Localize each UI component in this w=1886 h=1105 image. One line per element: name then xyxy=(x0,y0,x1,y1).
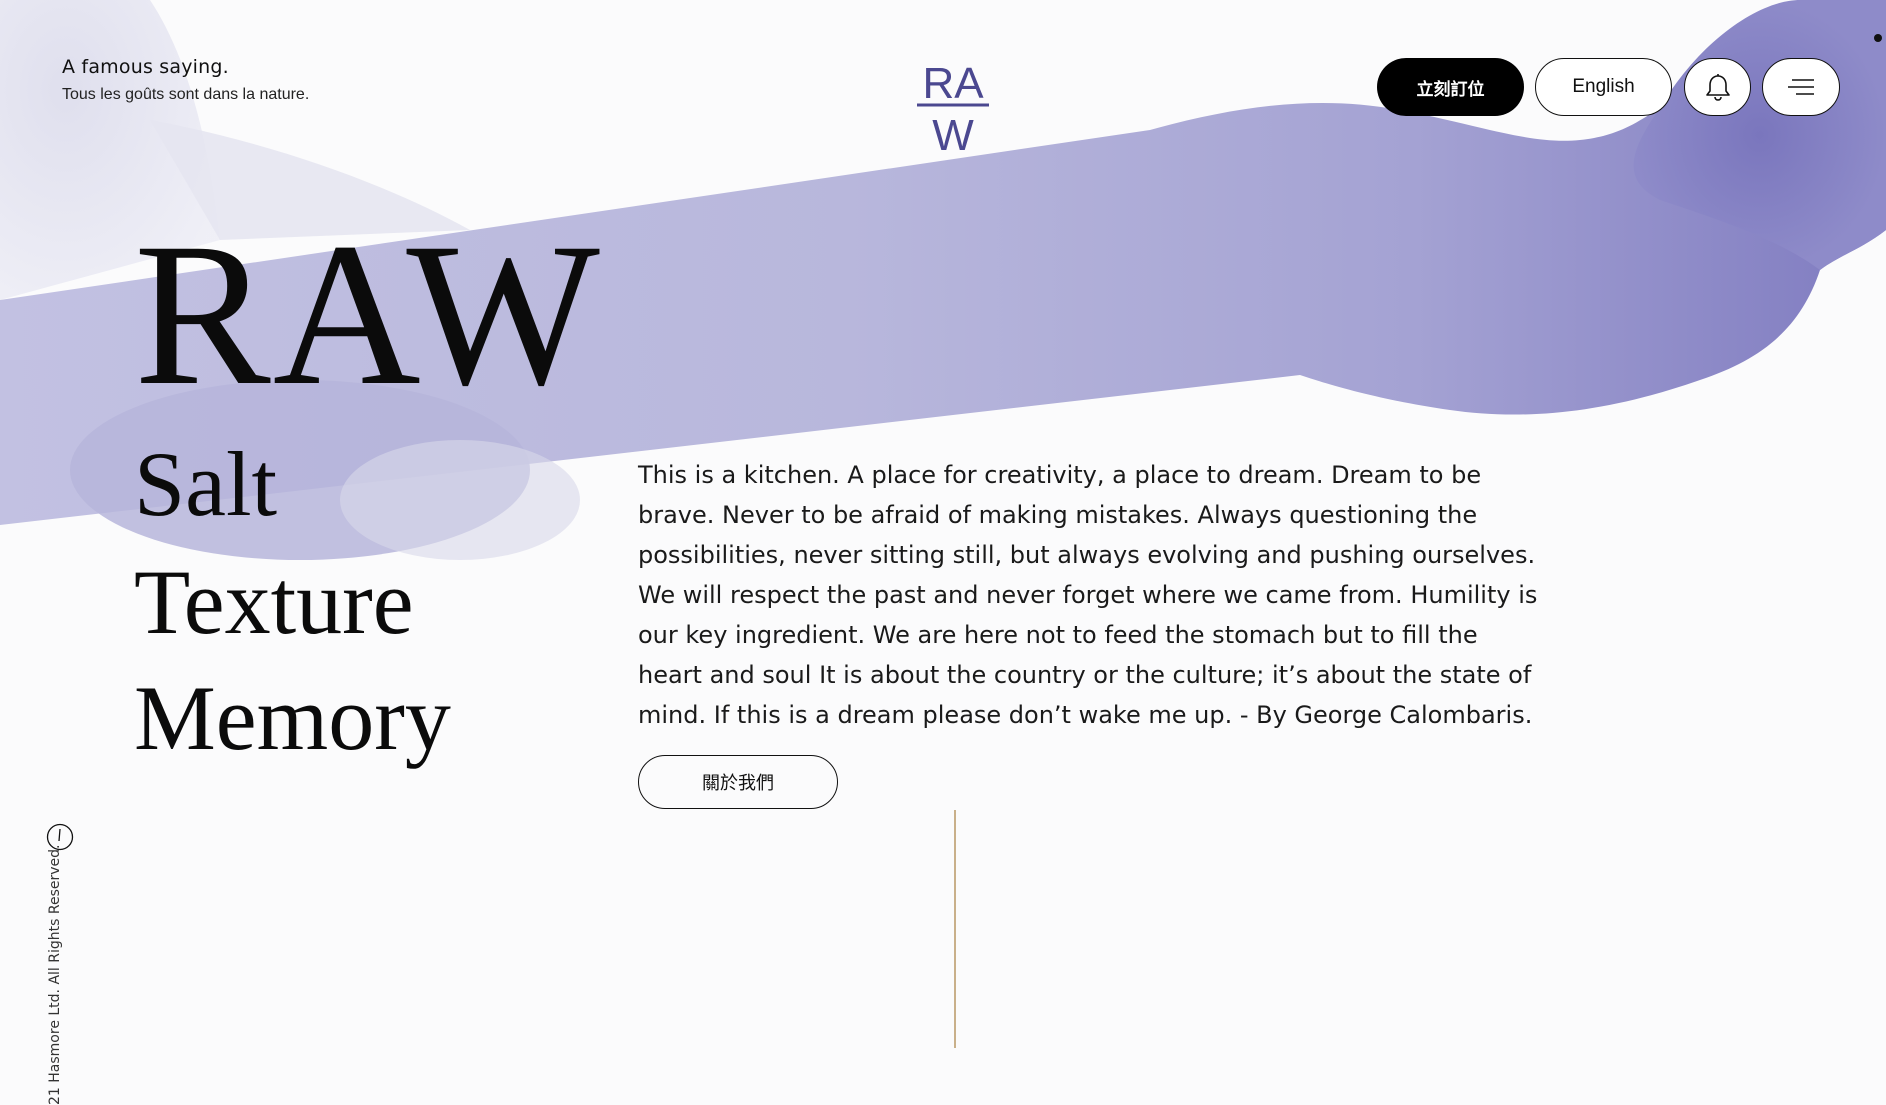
famous-saying: A famous saying. Tous les goûts sont dan… xyxy=(62,56,309,104)
notification-button[interactable] xyxy=(1684,58,1751,116)
hero-word-texture: Texture xyxy=(134,551,414,653)
about-us-button[interactable]: 關於我們 xyxy=(638,755,838,809)
logo-text-bottom: W xyxy=(932,111,974,154)
divider-line xyxy=(954,810,956,1048)
hero-word-salt: Salt xyxy=(134,433,278,535)
book-now-button[interactable]: 立刻訂位 xyxy=(1377,58,1524,116)
bell-icon xyxy=(1705,74,1730,101)
saying-title: A famous saying. xyxy=(62,56,229,78)
about-paragraph: This is a kitchen. A place for creativit… xyxy=(638,461,1538,729)
hamburger-menu-icon xyxy=(1788,79,1814,95)
copyright-text: 21 Hasmore Ltd. All Rights Reserved. xyxy=(47,844,63,1105)
logo-text-top: RA xyxy=(922,59,984,108)
hero-title: RAW xyxy=(134,201,602,428)
indicator-dot xyxy=(1874,34,1882,42)
language-button[interactable]: English xyxy=(1535,58,1672,116)
saying-subtitle: Tous les goûts sont dans la nature. xyxy=(62,86,310,103)
menu-button[interactable] xyxy=(1762,58,1840,116)
raw-logo[interactable]: RA W xyxy=(913,58,993,160)
hero-word-memory: Memory xyxy=(134,667,451,769)
